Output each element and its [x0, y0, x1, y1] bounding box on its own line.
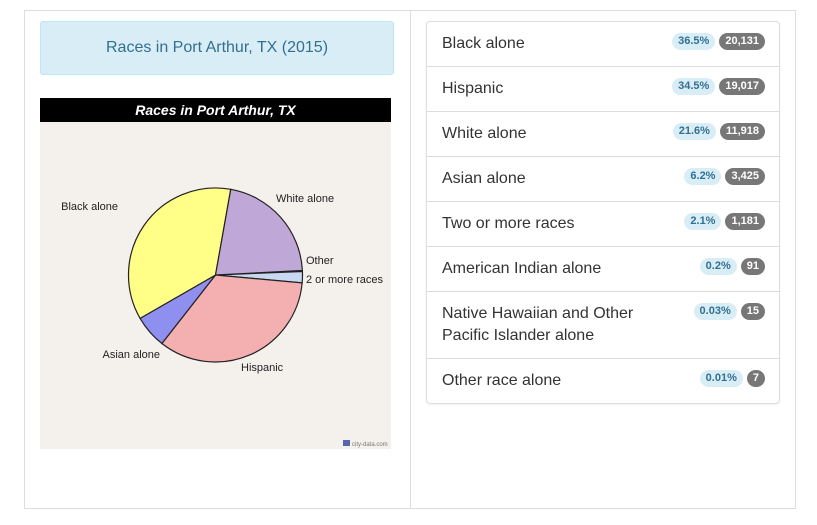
slice-label-asian-alone: Asian alone [103, 349, 161, 361]
stats-panel: Black alone 36.5% 20,131 Hispanic 34.5% 19… [410, 10, 796, 509]
list-item-other-race: Other race alone 0.01% 7 [427, 358, 779, 403]
watermark-icon [343, 440, 350, 446]
count-badge: 15 [740, 303, 765, 320]
count-badge: 3,425 [725, 168, 765, 185]
count-badge: 19,017 [719, 78, 765, 95]
list-item-black: Black alone 36.5% 20,131 [427, 22, 779, 66]
row-label: American Indian alone [442, 260, 602, 277]
slice-label-white-alone: White alone [276, 193, 334, 205]
percent-badge: 2.1% [684, 213, 722, 230]
chart-watermark: city-data.com [352, 442, 388, 448]
chart-title: Races in Port Arthur, TX [135, 102, 297, 118]
chart-panel-title: Races in Port Arthur, TX (2015) [40, 21, 394, 75]
percent-badge: 0.01% [699, 370, 743, 387]
list-item-two-or-more: Two or more races 2.1% 1,181 [427, 201, 779, 246]
row-label: Native Hawaiian and Other Pacific Island… [442, 305, 634, 344]
list-item-asian: Asian alone 6.2% 3,425 [427, 156, 779, 201]
slice-label-black-alone: Black alone [61, 201, 118, 213]
list-item-native-hawaiian: Native Hawaiian and Other Pacific Island… [427, 291, 779, 358]
percent-badge: 6.2% [684, 168, 722, 185]
count-badge: 1,181 [725, 213, 765, 230]
percent-badge: 0.2% [699, 258, 737, 275]
percent-badge: 0.03% [693, 303, 737, 320]
count-badge: 91 [740, 258, 765, 275]
slice-label-2-or-more-races: 2 or more races [306, 274, 384, 286]
row-label: White alone [442, 125, 527, 142]
chart-panel: Races in Port Arthur, TX (2015) Races in… [24, 10, 410, 509]
slice-label-hispanic: Hispanic [241, 362, 284, 374]
row-label: Hispanic [442, 80, 504, 97]
percent-badge: 36.5% [672, 33, 716, 50]
percent-badge: 21.6% [672, 123, 716, 140]
row-label: Asian alone [442, 170, 526, 187]
list-item-white: White alone 21.6% 11,918 [427, 111, 779, 156]
list-item-american-indian: American Indian alone 0.2% 91 [427, 246, 779, 291]
count-badge: 20,131 [719, 33, 765, 50]
pie-chart: Races in Port Arthur, TX Black alone Hisp… [40, 98, 391, 449]
percent-badge: 34.5% [672, 78, 716, 95]
row-label: Black alone [442, 35, 525, 52]
count-badge: 7 [746, 370, 765, 387]
count-badge: 11,918 [719, 123, 765, 140]
row-label: Two or more races [442, 215, 575, 232]
list-item-hispanic: Hispanic 34.5% 19,017 [427, 66, 779, 111]
row-label: Other race alone [442, 372, 562, 389]
race-stats-list: Black alone 36.5% 20,131 Hispanic 34.5% 19… [426, 21, 780, 404]
pie-chart-image: Races in Port Arthur, TX Black alone Hisp… [40, 98, 391, 449]
slice-label-other: Other [306, 255, 334, 267]
